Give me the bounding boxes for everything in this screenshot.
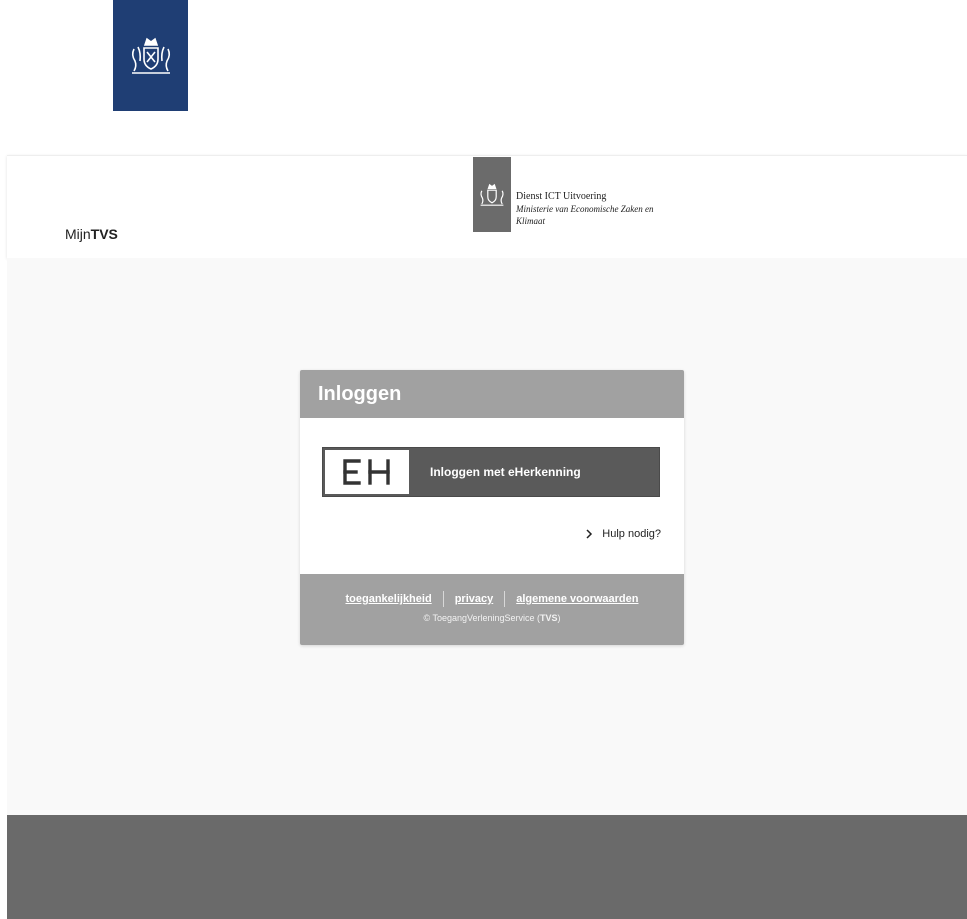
- app-name[interactable]: MijnTVS: [65, 226, 118, 242]
- login-title: Inloggen: [300, 370, 684, 418]
- login-card-footer: toegankelijkheid privacy algemene voorwa…: [300, 574, 684, 645]
- privacy-link[interactable]: privacy: [455, 593, 494, 605]
- department-name: Dienst ICT Uitvoering: [516, 191, 607, 202]
- page-footer: [7, 815, 967, 919]
- department-text: Dienst ICT Uitvoering Ministerie van Eco…: [516, 191, 653, 227]
- copyright-bold: TVS: [540, 613, 558, 623]
- eherkenning-logo: [325, 450, 409, 494]
- copyright-suffix: ): [557, 613, 561, 623]
- help-label: Hulp nodig?: [602, 528, 661, 540]
- rijksoverheid-logo: [113, 0, 188, 111]
- footer-divider: [442, 591, 444, 607]
- copyright-text: © ToegangVerleningService (TVS): [300, 613, 684, 623]
- ministry-line-2: Klimaat: [516, 216, 546, 226]
- site-header: MijnTVS Dienst ICT Uitvoering Ministerie…: [7, 155, 967, 258]
- eherkenning-icon: [343, 459, 390, 485]
- royal-coat-of-arms-icon: [480, 183, 504, 206]
- terms-link[interactable]: algemene voorwaarden: [516, 593, 638, 605]
- royal-coat-of-arms-icon: [131, 37, 170, 74]
- eherkenning-label: Inloggen met eHerkenning: [430, 465, 581, 479]
- help-link[interactable]: Hulp nodig?: [585, 528, 661, 540]
- app-name-bold: TVS: [90, 226, 118, 242]
- copyright-prefix: © ToegangVerleningService (: [423, 613, 541, 623]
- app-name-prefix: Mijn: [65, 226, 91, 242]
- eherkenning-login-button[interactable]: Inloggen met eHerkenning: [322, 447, 660, 497]
- footer-divider: [504, 591, 506, 607]
- ministry-line-1: Ministerie van Economische Zaken en: [516, 204, 654, 214]
- footer-links: toegankelijkheid privacy algemene voorwa…: [300, 591, 684, 607]
- login-card: Inloggen Inloggen met eHerkenning Hulp n…: [300, 370, 684, 645]
- chevron-right-icon: [586, 529, 593, 539]
- department-logo: [473, 157, 511, 232]
- accessibility-link[interactable]: toegankelijkheid: [345, 593, 431, 605]
